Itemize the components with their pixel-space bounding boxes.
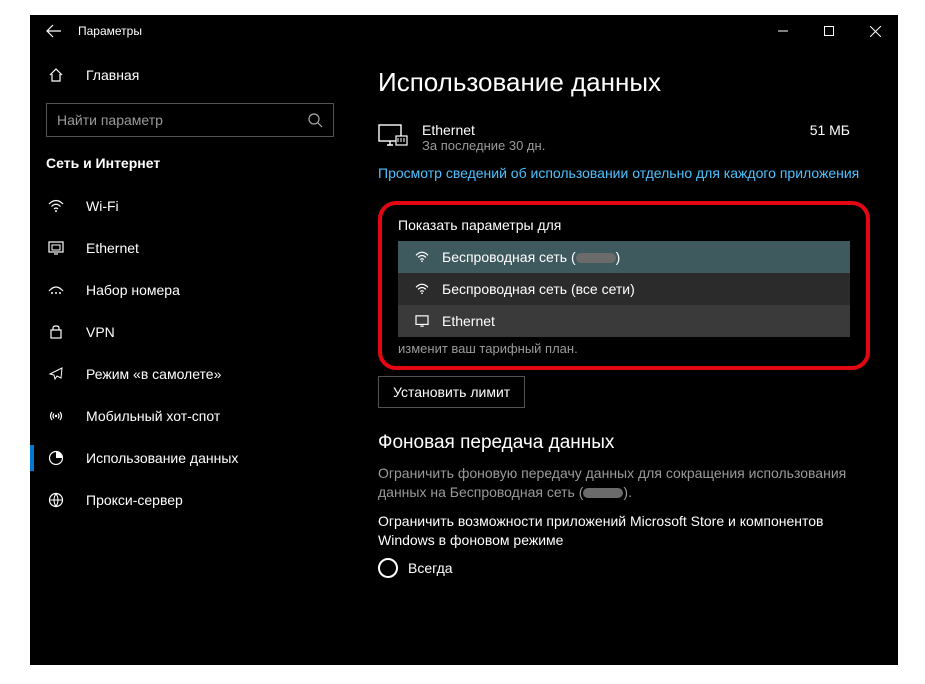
- search-field[interactable]: [57, 112, 308, 128]
- maximize-icon: [824, 26, 834, 36]
- page-title: Использование данных: [378, 67, 870, 98]
- nav-item-wifi[interactable]: Wi-Fi: [30, 185, 350, 227]
- home-label: Главная: [86, 67, 139, 83]
- nav-item-hotspot[interactable]: Мобильный хот-спот: [30, 395, 350, 437]
- radio-always[interactable]: Всегда: [378, 558, 870, 578]
- home-icon: [46, 67, 66, 83]
- nav-label: Wi-Fi: [86, 198, 119, 214]
- wifi-icon: [412, 251, 432, 263]
- truncated-text: изменит ваш тарифный план.: [398, 341, 850, 356]
- option-label: Беспроводная сеть (все сети): [442, 281, 635, 297]
- nav-label: VPN: [86, 324, 115, 340]
- dialup-icon: [46, 283, 66, 297]
- nav-item-airplane[interactable]: Режим «в самолете»: [30, 353, 350, 395]
- window-title: Параметры: [78, 24, 760, 38]
- datausage-icon: [46, 450, 66, 466]
- option-label: Ethernet: [442, 313, 495, 329]
- nav-label: Прокси-сервер: [86, 492, 183, 508]
- section-heading: Сеть и Интернет: [30, 155, 350, 171]
- minimize-button[interactable]: [760, 15, 806, 47]
- window-controls: [760, 15, 898, 47]
- main-content: Использование данных Ethernet За последн…: [350, 47, 898, 665]
- maximize-button[interactable]: [806, 15, 852, 47]
- set-limit-button[interactable]: Установить лимит: [378, 376, 525, 408]
- network-dropdown[interactable]: Беспроводная сеть () Беспроводная сеть (…: [398, 241, 850, 337]
- sidebar: Главная Сеть и Интернет Wi-Fi Ethernet: [30, 47, 350, 665]
- usage-summary: Ethernet За последние 30 дн. 51 МБ: [378, 122, 870, 153]
- arrow-left-icon: [46, 23, 62, 39]
- search-icon: [308, 113, 323, 128]
- nav-item-datausage[interactable]: Использование данных: [30, 437, 350, 479]
- highlight-annotation: Показать параметры для Беспроводная сеть…: [378, 201, 870, 370]
- wifi-icon: [46, 199, 66, 213]
- nav-item-ethernet[interactable]: Ethernet: [30, 227, 350, 269]
- close-icon: [870, 26, 881, 37]
- nav-item-dialup[interactable]: Набор номера: [30, 269, 350, 311]
- bg-desc2: Ограничить возможности приложений Micros…: [378, 512, 870, 550]
- back-button[interactable]: [30, 15, 78, 47]
- minimize-icon: [778, 26, 788, 36]
- dropdown-option[interactable]: Ethernet: [398, 305, 850, 337]
- per-app-link[interactable]: Просмотр сведений об использовании отдел…: [378, 163, 870, 183]
- proxy-icon: [46, 492, 66, 508]
- dropdown-option[interactable]: Беспроводная сеть (все сети): [398, 273, 850, 305]
- redacted-text: [576, 253, 616, 263]
- usage-name: Ethernet: [422, 122, 810, 138]
- bg-heading: Фоновая передача данных: [378, 432, 870, 454]
- wifi-icon: [412, 283, 432, 295]
- close-button[interactable]: [852, 15, 898, 47]
- hotspot-icon: [46, 408, 66, 424]
- nav-label: Режим «в самолете»: [86, 366, 221, 382]
- usage-period: За последние 30 дн.: [422, 138, 810, 153]
- nav-item-proxy[interactable]: Прокси-сервер: [30, 479, 350, 521]
- nav-label: Ethernet: [86, 240, 139, 256]
- usage-value: 51 МБ: [810, 122, 870, 138]
- nav-label: Мобильный хот-спот: [86, 408, 220, 424]
- dropdown-option[interactable]: Беспроводная сеть (): [398, 241, 850, 273]
- redacted-text: [583, 488, 623, 498]
- search-input[interactable]: [46, 103, 334, 137]
- nav-label: Использование данных: [86, 450, 238, 466]
- radio-icon: [378, 558, 398, 578]
- dropdown-label: Показать параметры для: [398, 217, 850, 233]
- nav-item-vpn[interactable]: VPN: [30, 311, 350, 353]
- ethernet-icon: [46, 241, 66, 255]
- radio-label: Всегда: [408, 560, 453, 576]
- vpn-icon: [46, 325, 66, 339]
- airplane-icon: [46, 366, 66, 382]
- ethernet-icon: [412, 315, 432, 327]
- home-button[interactable]: Главная: [30, 55, 350, 95]
- bg-desc: Ограничить фоновую передачу данных для с…: [378, 464, 870, 502]
- ethernet-usage-icon: [378, 124, 412, 150]
- nav-label: Набор номера: [86, 282, 180, 298]
- option-label: Беспроводная сеть (): [442, 249, 620, 265]
- settings-window: Параметры Главная: [30, 15, 898, 665]
- titlebar: Параметры: [30, 15, 898, 47]
- nav-list: Wi-Fi Ethernet Набор номера VPN Режим «в…: [30, 185, 350, 521]
